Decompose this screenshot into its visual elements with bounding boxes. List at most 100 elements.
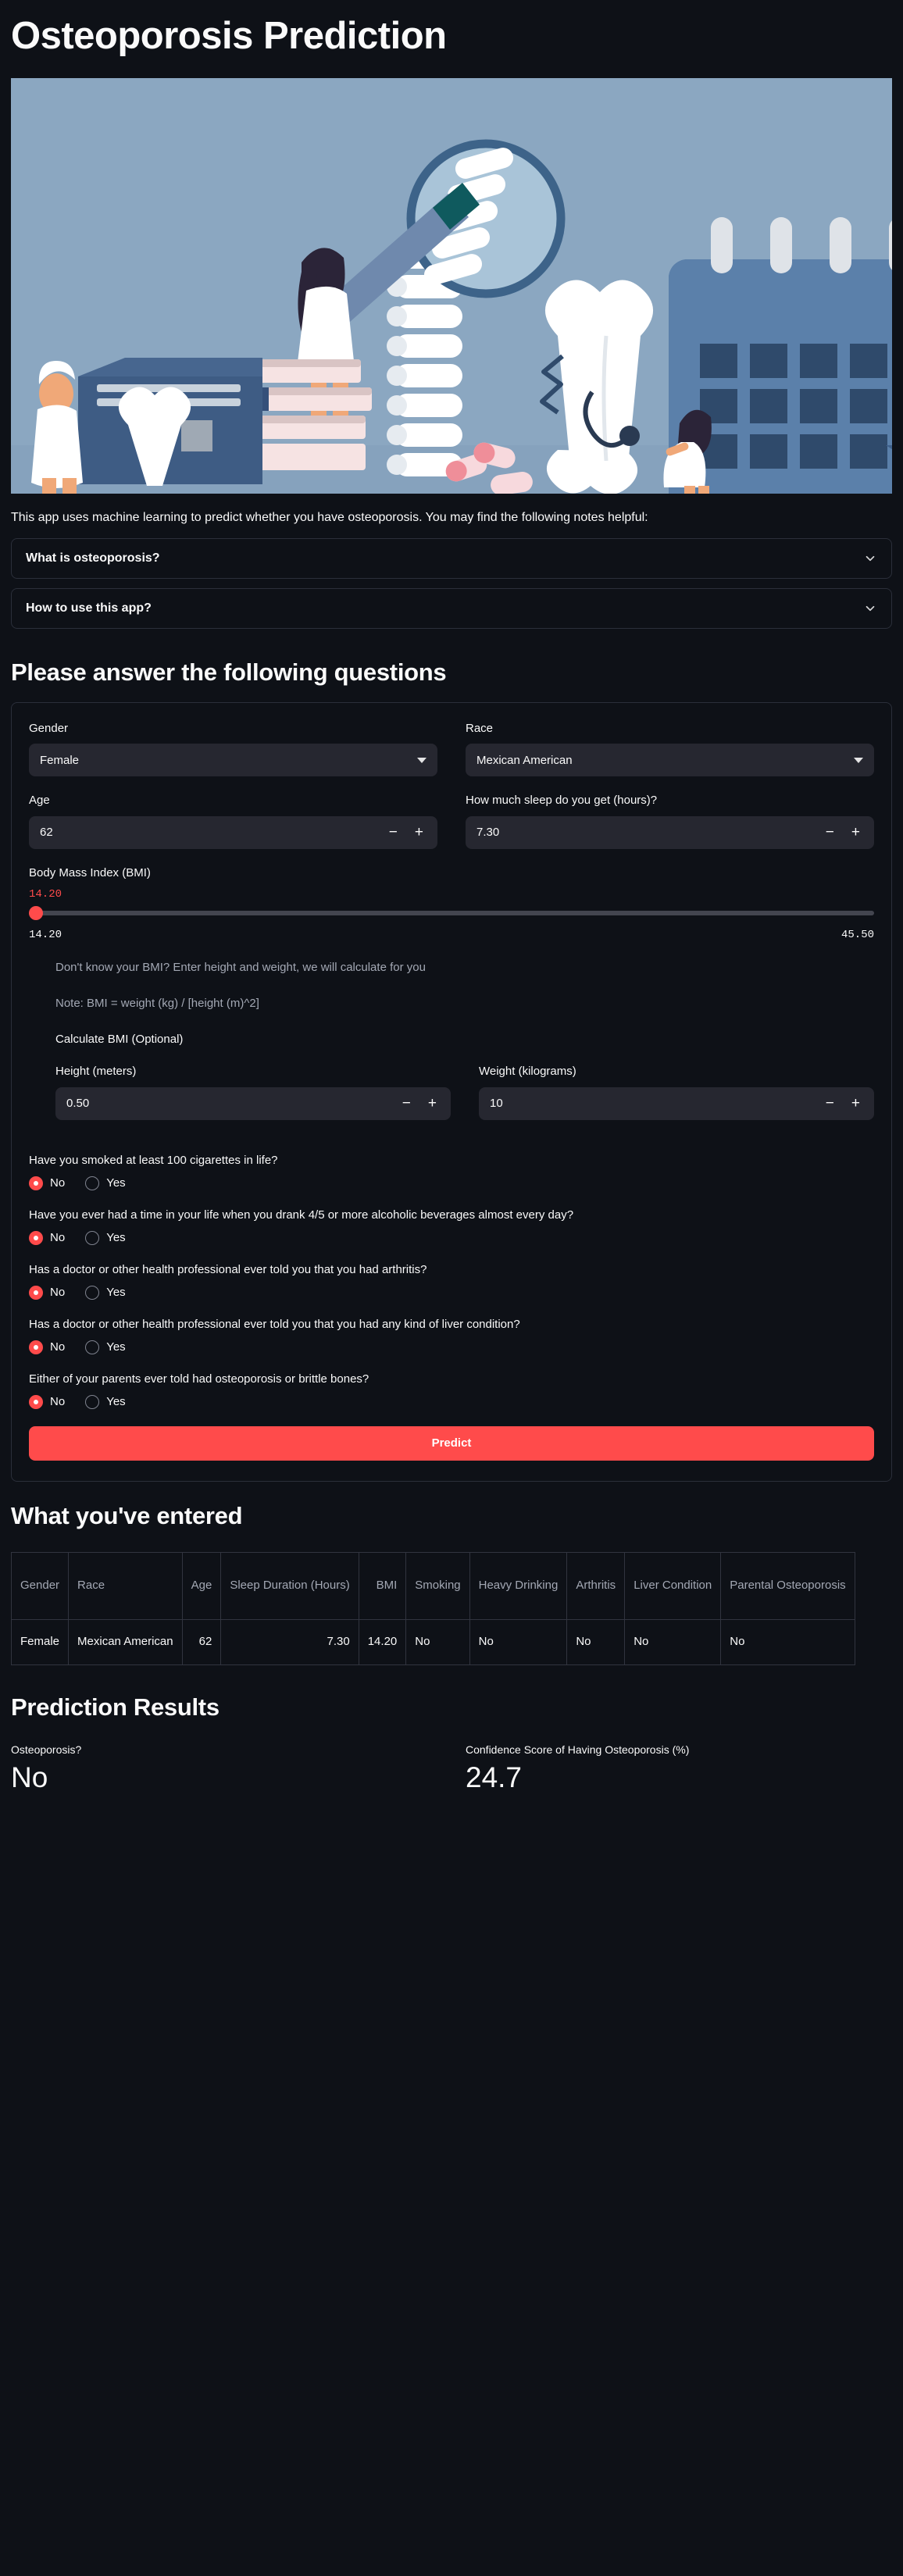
table-body: Female Mexican American 62 7.30 14.20 No No No N…: [10, 1618, 855, 1665]
questionnaire-form: Gender Female Race Mexican American Age …: [11, 701, 892, 1482]
question-smoking: Have you smoked at least 100 cigarettes …: [29, 1151, 874, 1190]
bmi-max-label: 45.50: [841, 929, 874, 942]
table-column-header: BMI: [358, 1551, 407, 1620]
predict-button[interactable]: Predict: [29, 1425, 874, 1461]
height-value[interactable]: 0.50: [66, 1097, 89, 1110]
bmi-helper-block: Don't know your BMI? Enter height and we…: [29, 958, 874, 1136]
radio-label: Yes: [106, 1395, 126, 1409]
bmi-slider[interactable]: [29, 905, 874, 921]
question-text: Has a doctor or other health professiona…: [29, 1262, 427, 1276]
radio-label: No: [50, 1231, 66, 1245]
radio-smoking-yes[interactable]: Yes: [85, 1176, 126, 1190]
radio-parental-osteoporosis-no[interactable]: No: [29, 1394, 66, 1409]
question-text: Have you smoked at least 100 cigarettes …: [29, 1153, 278, 1167]
table-column-header: Gender: [10, 1551, 70, 1620]
expander-what-is-osteoporosis[interactable]: What is osteoporosis?: [11, 537, 892, 579]
radio-parental-osteoporosis-yes[interactable]: Yes: [85, 1394, 126, 1409]
metric-label: Osteoporosis?: [11, 1743, 82, 1756]
weight-field: Weight (kilograms) 10 − +: [479, 1063, 874, 1120]
bmi-slider-track[interactable]: [29, 911, 874, 916]
radio-heavy-drinking-yes[interactable]: Yes: [85, 1230, 126, 1245]
radio-indicator-icon[interactable]: [29, 1285, 43, 1300]
table-cell: Female: [10, 1618, 70, 1665]
table-header-row: Gender Race Age Sleep Duration (Hours) BMI Sm…: [10, 1551, 855, 1620]
age-stepper[interactable]: 62 − +: [29, 815, 437, 849]
chevron-down-icon[interactable]: [863, 601, 877, 615]
race-value: Mexican American: [476, 753, 573, 767]
radio-liver-condition-no[interactable]: No: [29, 1340, 65, 1354]
radio-indicator-icon[interactable]: [29, 1176, 43, 1190]
table-cell: No: [624, 1618, 722, 1665]
radio-heavy-drinking-no[interactable]: No: [29, 1230, 66, 1245]
table-column-header: Liver Condition: [624, 1551, 722, 1620]
table-column-header: Smoking: [405, 1551, 470, 1620]
app-root: Osteoporosis Prediction This app uses ma…: [0, 0, 903, 1795]
table-column-header: Parental Osteoporosis: [720, 1551, 855, 1620]
radio-label: No: [50, 1340, 66, 1354]
gender-field: Gender Female: [29, 720, 437, 777]
table-column-header: Race: [68, 1551, 183, 1620]
radio-indicator-icon[interactable]: [29, 1230, 43, 1245]
radio-indicator-icon[interactable]: [85, 1394, 100, 1409]
radio-arthritis-yes[interactable]: Yes: [85, 1285, 126, 1300]
sleep-stepper[interactable]: 7.30 − +: [466, 815, 874, 849]
height-field: Height (meters) 0.50 − +: [55, 1063, 451, 1120]
radio-indicator-icon[interactable]: [29, 1394, 43, 1409]
questions-container: Have you smoked at least 100 cigarettes …: [29, 1151, 874, 1409]
weight-stepper[interactable]: 10 − +: [479, 1086, 874, 1120]
gender-label: Gender: [29, 721, 69, 735]
radio-liver-condition-yes[interactable]: Yes: [85, 1340, 126, 1354]
height-decrement-button[interactable]: −: [402, 1096, 411, 1111]
radio-label: No: [50, 1395, 66, 1409]
race-field: Race Mexican American: [466, 720, 874, 777]
weight-value[interactable]: 10: [490, 1097, 503, 1110]
gender-value: Female: [40, 753, 80, 767]
sleep-value[interactable]: 7.30: [476, 826, 499, 839]
table-column-header: Arthritis: [566, 1551, 626, 1620]
race-select[interactable]: Mexican American: [466, 744, 874, 777]
sleep-increment-button[interactable]: +: [851, 825, 860, 840]
radio-smoking-no[interactable]: No: [29, 1176, 65, 1190]
expander-label: What is osteoporosis?: [26, 551, 160, 565]
age-increment-button[interactable]: +: [415, 825, 423, 840]
metric-osteoporosis: Osteoporosis? No: [11, 1743, 437, 1795]
radio-indicator-icon[interactable]: [85, 1285, 100, 1300]
radio-label: No: [50, 1176, 66, 1190]
bmi-field: Body Mass Index (BMI) 14.20 14.20 45.50: [29, 865, 874, 942]
sleep-decrement-button[interactable]: −: [826, 825, 834, 840]
chevron-down-icon[interactable]: [417, 757, 427, 763]
radio-indicator-icon[interactable]: [85, 1340, 100, 1354]
entered-heading: What you've entered: [11, 1501, 243, 1529]
chevron-down-icon[interactable]: [863, 551, 877, 566]
weight-increment-button[interactable]: +: [851, 1096, 860, 1111]
radio-group-parental-osteoporosis: No Yes: [29, 1394, 874, 1409]
height-stepper[interactable]: 0.50 − +: [55, 1086, 451, 1120]
question-arthritis: Has a doctor or other health professiona…: [29, 1261, 874, 1300]
results-metrics: Osteoporosis? No Confidence Score of Hav…: [11, 1743, 892, 1795]
bmi-hint-text: Don't know your BMI? Enter height and we…: [55, 961, 426, 975]
bmi-min-label: 14.20: [29, 929, 62, 942]
age-value[interactable]: 62: [40, 826, 53, 839]
expander-how-to-use-this-app[interactable]: How to use this app?: [11, 587, 892, 629]
height-increment-button[interactable]: +: [428, 1096, 437, 1111]
form-heading: Please answer the following questions: [11, 658, 447, 686]
table-cell: No: [566, 1618, 626, 1665]
table-row: Female Mexican American 62 7.30 14.20 No No No N…: [10, 1618, 855, 1665]
gender-select[interactable]: Female: [29, 744, 437, 777]
table-cell: Mexican American: [68, 1618, 183, 1665]
intro-text: This app uses machine learning to predic…: [11, 511, 648, 525]
radio-indicator-icon[interactable]: [29, 1340, 43, 1354]
bmi-label: Body Mass Index (BMI): [29, 865, 151, 879]
age-label: Age: [29, 794, 50, 808]
table-cell: 14.20: [358, 1618, 407, 1665]
chevron-down-icon[interactable]: [854, 757, 863, 763]
question-liver-condition: Has a doctor or other health professiona…: [29, 1315, 874, 1354]
age-decrement-button[interactable]: −: [389, 825, 398, 840]
weight-decrement-button[interactable]: −: [826, 1096, 834, 1111]
expander-label: How to use this app?: [26, 601, 152, 615]
bmi-slider-thumb[interactable]: [29, 906, 43, 921]
radio-arthritis-no[interactable]: No: [29, 1285, 65, 1300]
radio-indicator-icon[interactable]: [85, 1176, 100, 1190]
table-column-header: Heavy Drinking: [469, 1551, 568, 1620]
radio-indicator-icon[interactable]: [85, 1230, 100, 1245]
